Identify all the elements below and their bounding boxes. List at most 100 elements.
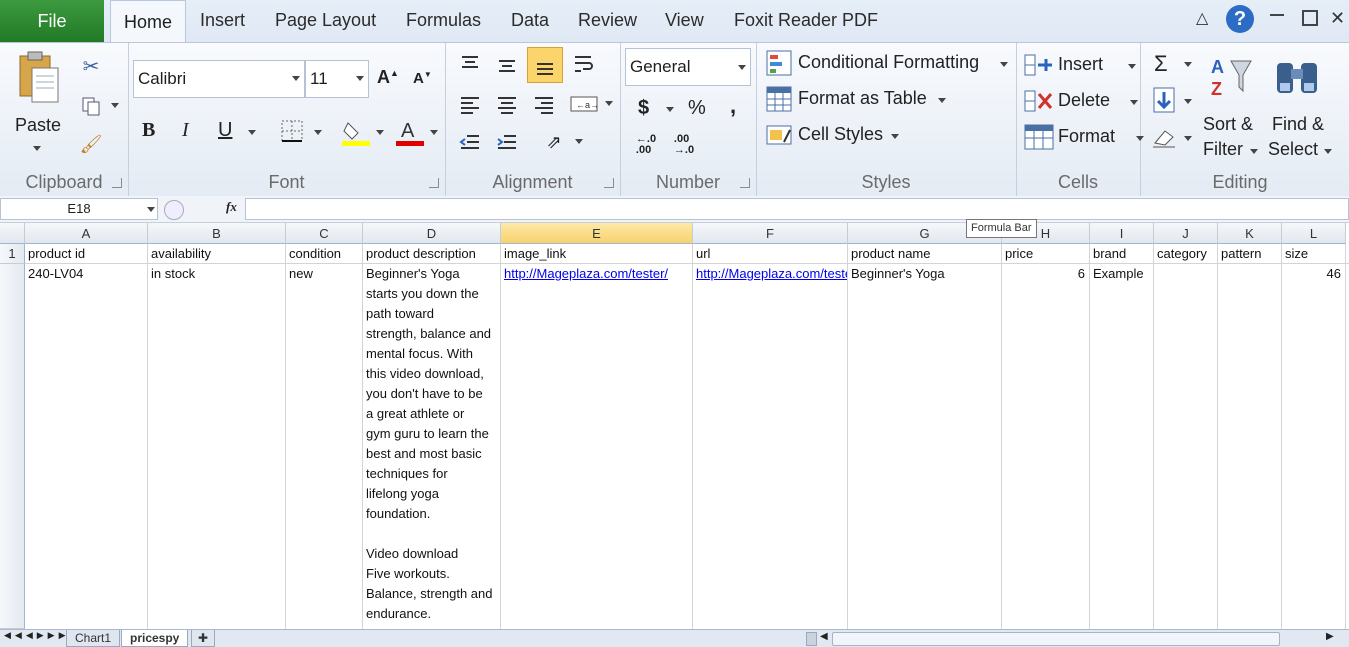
insert-cells-dropdown-icon[interactable] <box>1128 64 1136 69</box>
sort-filter-label-line1[interactable]: Sort & <box>1203 114 1253 135</box>
underline-dropdown-icon[interactable] <box>248 130 256 135</box>
cell-a1[interactable]: product id <box>25 244 147 264</box>
cell-e1[interactable]: image_link <box>501 244 692 264</box>
tab-foxit-reader-pdf[interactable]: Foxit Reader PDF <box>734 10 878 31</box>
tab-review[interactable]: Review <box>578 10 637 31</box>
delete-cells-icon[interactable] <box>1024 87 1054 115</box>
decrease-decimal-icon[interactable]: .00 →.0 <box>670 133 698 157</box>
clear-dropdown-icon[interactable] <box>1184 136 1192 141</box>
alignment-launcher-icon[interactable] <box>604 178 614 188</box>
fill-color-dropdown-icon[interactable] <box>376 130 384 135</box>
grow-font-icon[interactable]: A▲ <box>377 67 399 88</box>
minimize-ribbon-icon[interactable]: △ <box>1196 8 1208 28</box>
orientation-dropdown-icon[interactable] <box>575 139 583 144</box>
select-all-corner[interactable] <box>0 223 25 244</box>
font-launcher-icon[interactable] <box>429 178 439 188</box>
tab-split-handle[interactable] <box>806 632 817 646</box>
column-header-l[interactable]: L <box>1282 223 1346 244</box>
autosum-dropdown-icon[interactable] <box>1184 62 1192 67</box>
sheet-nav-arrows-icon[interactable]: ◀◀◀▶▶▶ <box>4 630 70 641</box>
copy-icon[interactable] <box>80 95 102 117</box>
find-select-label-line1[interactable]: Find & <box>1272 114 1324 135</box>
cell-l1[interactable]: size <box>1282 244 1345 264</box>
sort-filter-label-line2[interactable]: Filter <box>1203 139 1243 160</box>
scroll-right-icon[interactable]: ▶ <box>1326 631 1334 642</box>
find-select-dropdown-icon[interactable] <box>1324 149 1332 154</box>
clear-icon[interactable] <box>1150 123 1178 151</box>
window-minimize-icon[interactable] <box>1270 14 1284 16</box>
align-center-icon[interactable] <box>494 91 520 117</box>
sheet-tab-chart1[interactable]: Chart1 <box>66 630 121 647</box>
cell-h2[interactable]: 6 <box>1002 264 1089 284</box>
paste-dropdown-icon[interactable] <box>33 146 41 151</box>
wrap-text-icon[interactable] <box>571 51 597 77</box>
name-box[interactable]: E18 <box>0 198 158 220</box>
cell-styles-button[interactable]: Cell Styles <box>798 124 883 145</box>
insert-cells-button[interactable]: Insert <box>1058 54 1103 75</box>
tab-insert[interactable]: Insert <box>200 10 245 31</box>
cell-e2[interactable]: http://Mageplaza.com/tester/ <box>501 264 692 284</box>
font-color-dropdown-icon[interactable] <box>430 130 438 135</box>
format-as-table-button[interactable]: Format as Table <box>798 88 927 109</box>
number-format-select[interactable]: General <box>625 48 751 86</box>
number-launcher-icon[interactable] <box>740 178 750 188</box>
conditional-formatting-button[interactable]: Conditional Formatting <box>798 52 979 73</box>
font-size-dropdown-icon[interactable] <box>356 76 364 81</box>
tab-data[interactable]: Data <box>511 10 549 31</box>
cell-d2[interactable]: Beginner's Yoga starts you down the path t… <box>363 264 500 629</box>
column-header-c[interactable]: C <box>286 223 363 244</box>
column-header-d[interactable]: D <box>363 223 501 244</box>
align-right-icon[interactable] <box>531 91 557 117</box>
decrease-indent-icon[interactable] <box>457 129 483 155</box>
horizontal-scrollbar-thumb[interactable] <box>832 632 1280 646</box>
top-align-icon[interactable] <box>457 51 483 77</box>
tab-view[interactable]: View <box>665 10 704 31</box>
cell-h1[interactable]: price <box>1002 244 1089 264</box>
copy-dropdown-icon[interactable] <box>111 103 119 108</box>
merge-dropdown-icon[interactable] <box>605 101 613 106</box>
fill-dropdown-icon[interactable] <box>1184 99 1192 104</box>
format-as-table-dropdown-icon[interactable] <box>938 98 946 103</box>
help-icon[interactable]: ? <box>1226 5 1254 33</box>
font-color-icon[interactable]: A <box>394 117 424 147</box>
paste-icon[interactable] <box>12 49 64 111</box>
column-header-a[interactable]: A <box>25 223 148 244</box>
cell-g1[interactable]: product name <box>848 244 1001 264</box>
fill-color-icon[interactable] <box>340 117 370 147</box>
delete-cells-dropdown-icon[interactable] <box>1130 100 1138 105</box>
currency-dropdown-icon[interactable] <box>666 107 674 112</box>
font-name-dropdown-icon[interactable] <box>292 76 300 81</box>
paste-button[interactable]: Paste <box>15 115 61 136</box>
format-cells-icon[interactable] <box>1024 123 1054 151</box>
cut-icon[interactable]: ✂ <box>80 55 102 78</box>
cell-i1[interactable]: brand <box>1090 244 1153 264</box>
tab-page-layout[interactable]: Page Layout <box>275 10 376 31</box>
comma-button[interactable]: , <box>730 93 736 119</box>
fill-icon[interactable] <box>1150 85 1178 115</box>
window-close-icon[interactable]: ✕ <box>1330 8 1345 29</box>
underline-button[interactable]: U <box>218 119 232 142</box>
tab-formulas[interactable]: Formulas <box>406 10 481 31</box>
cell-c2[interactable]: new <box>286 264 362 284</box>
conditional-formatting-dropdown-icon[interactable] <box>1000 62 1008 67</box>
column-header-j[interactable]: J <box>1154 223 1218 244</box>
italic-button[interactable]: I <box>182 119 189 142</box>
merge-center-icon[interactable]: ←a→ <box>569 91 599 117</box>
tab-file[interactable]: File <box>0 0 104 42</box>
font-name-select[interactable]: Calibri <box>133 60 305 98</box>
cell-j1[interactable]: category <box>1154 244 1217 264</box>
bold-button[interactable]: B <box>142 119 155 142</box>
cell-a2[interactable]: 240-LV04 <box>25 264 147 284</box>
sort-filter-dropdown-icon[interactable] <box>1250 149 1258 154</box>
conditional-formatting-icon[interactable] <box>765 49 793 77</box>
tab-home[interactable]: Home <box>110 0 186 44</box>
cell-b1[interactable]: availability <box>148 244 285 264</box>
cell-l2[interactable]: 46 <box>1282 264 1345 284</box>
column-header-b[interactable]: B <box>148 223 286 244</box>
autosum-icon[interactable]: Σ <box>1154 51 1168 77</box>
row-header-1[interactable]: 1 <box>0 244 25 264</box>
column-header-e[interactable]: E <box>501 223 693 244</box>
bottom-align-icon[interactable] <box>527 47 563 83</box>
cell-styles-icon[interactable] <box>765 121 793 149</box>
delete-cells-button[interactable]: Delete <box>1058 90 1110 111</box>
